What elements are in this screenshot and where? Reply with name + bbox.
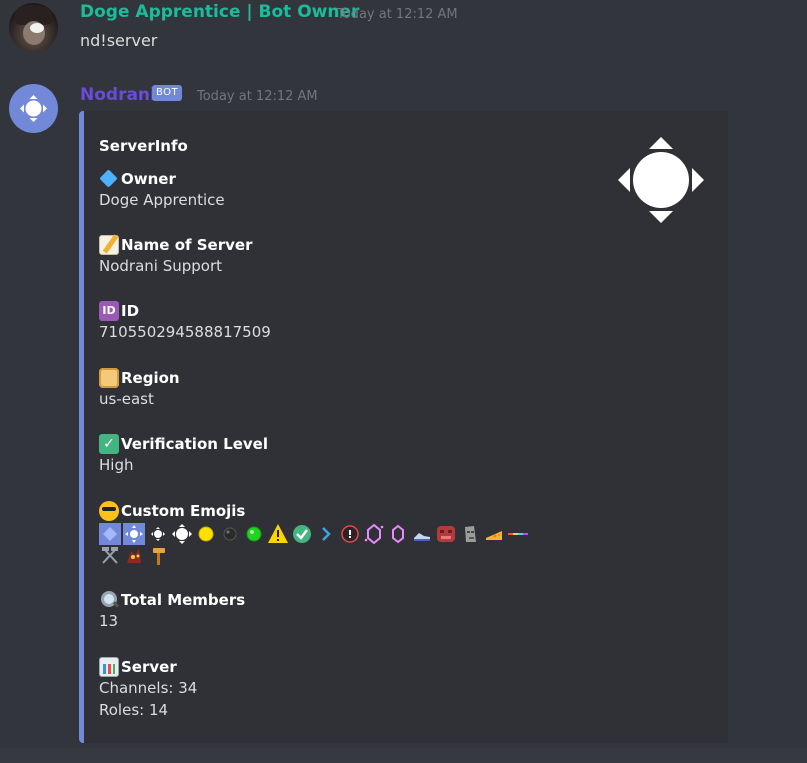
custom-emoji-red-creature-icon[interactable] bbox=[123, 545, 145, 567]
embed-title: ServerInfo bbox=[99, 137, 188, 155]
nodrani-logo-icon bbox=[20, 95, 47, 122]
field-value-roles: Roles: 14 bbox=[99, 701, 169, 719]
field-total-members: Total Members 13 bbox=[99, 590, 245, 632]
field-server-name: Name of Server Nodrani Support bbox=[99, 235, 252, 277]
server-info-embed: ServerInfo Owner Doge Apprentice Name of… bbox=[79, 111, 728, 743]
custom-emoji-green-check-icon[interactable] bbox=[291, 523, 313, 545]
field-owner: Owner Doge Apprentice bbox=[99, 169, 225, 211]
custom-emoji-cheese-icon[interactable] bbox=[483, 523, 505, 545]
bot-tag: BOT bbox=[152, 85, 183, 101]
author-name[interactable]: Doge Apprentice | Bot Owner bbox=[80, 2, 359, 22]
custom-emoji-green-dot-icon[interactable] bbox=[243, 523, 265, 545]
timestamp: Today at 12:12 AM bbox=[197, 89, 318, 104]
check-mark-icon: ✓ bbox=[99, 434, 119, 454]
custom-emoji-row bbox=[99, 545, 171, 567]
custom-emoji-moai-icon[interactable] bbox=[459, 523, 481, 545]
field-server: Server Channels: 34 Roles: 14 bbox=[99, 657, 197, 721]
field-name: Server bbox=[121, 658, 177, 676]
field-region: Region us-east bbox=[99, 368, 180, 410]
field-name: Name of Server bbox=[121, 236, 253, 254]
field-value: us-east bbox=[99, 390, 154, 408]
field-name: Total Members bbox=[121, 591, 246, 609]
custom-emoji-diamond-icon[interactable] bbox=[99, 523, 121, 545]
timestamp: Today at 12:12 AM bbox=[337, 7, 458, 22]
custom-emoji-alert-circle-icon[interactable] bbox=[339, 523, 361, 545]
field-name: Verification Level bbox=[121, 435, 268, 453]
custom-emoji-row bbox=[99, 523, 531, 545]
custom-emoji-crystal-icon[interactable] bbox=[387, 523, 409, 545]
field-value-channels: Channels: 34 bbox=[99, 679, 198, 697]
field-name: Custom Emojis bbox=[121, 502, 246, 520]
message-content: nd!server bbox=[80, 31, 158, 50]
magnifier-icon bbox=[99, 590, 119, 610]
custom-emoji-chevron-right-icon[interactable] bbox=[315, 523, 337, 545]
memo-icon bbox=[99, 235, 119, 255]
field-value: 710550294588817509 bbox=[99, 323, 271, 341]
field-name: ID bbox=[121, 302, 140, 320]
embed-thumbnail-logo-icon[interactable] bbox=[615, 134, 707, 226]
field-value: Nodrani Support bbox=[99, 257, 223, 275]
custom-emoji-black-dot-icon[interactable] bbox=[219, 523, 241, 545]
field-custom-emojis: Custom Emojis bbox=[99, 501, 245, 521]
field-verification: ✓ Verification Level High bbox=[99, 434, 268, 476]
bar-chart-icon bbox=[99, 657, 119, 677]
custom-emoji-golden-hammer-icon[interactable] bbox=[147, 545, 169, 567]
custom-emoji-crystal-sparkle-icon[interactable] bbox=[363, 523, 385, 545]
field-value: High bbox=[99, 456, 134, 474]
field-value: Doge Apprentice bbox=[99, 191, 225, 209]
field-id: ID ID 710550294588817509 bbox=[99, 301, 271, 343]
field-name: Owner bbox=[121, 170, 176, 188]
gem-icon bbox=[99, 169, 119, 189]
custom-emoji-logo-white-icon[interactable] bbox=[171, 523, 193, 545]
bot-avatar[interactable] bbox=[9, 84, 58, 133]
scroll-icon bbox=[99, 368, 119, 388]
owner-avatar[interactable] bbox=[9, 3, 58, 52]
author-name[interactable]: Nodrani bbox=[80, 85, 156, 105]
custom-emoji-shoe-icon[interactable] bbox=[411, 523, 433, 545]
cool-face-icon bbox=[99, 501, 119, 521]
custom-emoji-rainbow-line-icon[interactable] bbox=[507, 523, 529, 545]
custom-emoji-hammer-pick-icon[interactable] bbox=[99, 545, 121, 567]
field-name: Region bbox=[121, 369, 180, 387]
custom-emoji-nodrani-icon[interactable] bbox=[123, 523, 145, 545]
custom-emoji-yellow-dot-icon[interactable] bbox=[195, 523, 217, 545]
custom-emoji-logo-small-icon[interactable] bbox=[147, 523, 169, 545]
id-icon: ID bbox=[99, 301, 119, 321]
message-group-owner: Doge Apprentice | Bot Owner Today at 12:… bbox=[0, 0, 807, 78]
custom-emoji-warning-icon[interactable] bbox=[267, 523, 289, 545]
custom-emoji-red-face-icon[interactable] bbox=[435, 523, 457, 545]
field-value: 13 bbox=[99, 612, 119, 630]
avatar-dog-shape bbox=[30, 23, 44, 33]
